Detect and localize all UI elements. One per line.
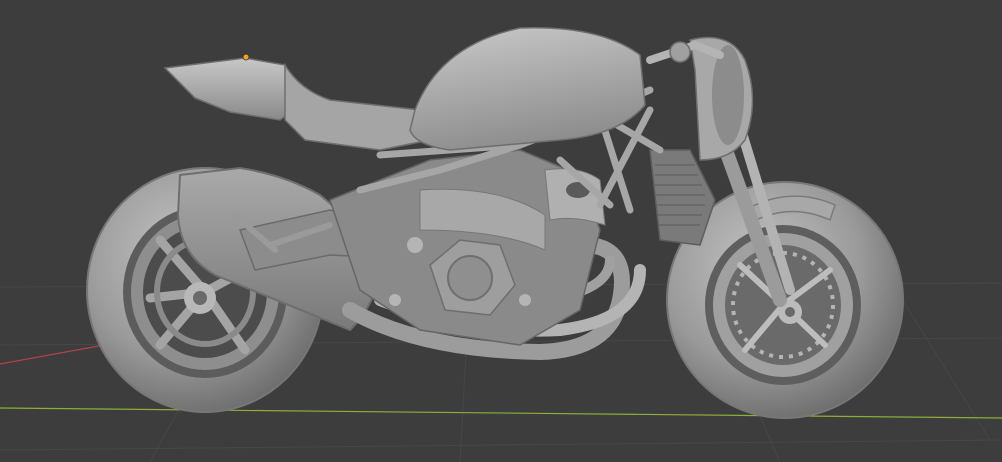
seat-cowl [163,57,301,121]
object-origin-dot[interactable] [242,53,250,61]
seat [284,62,431,151]
viewport-scene[interactable] [0,0,1002,462]
fuel-tank [409,26,646,151]
y-axis-line [0,407,1002,419]
3d-viewport[interactable] [0,0,1002,462]
motorcycle-model[interactable] [86,26,904,419]
radiator [649,149,716,246]
